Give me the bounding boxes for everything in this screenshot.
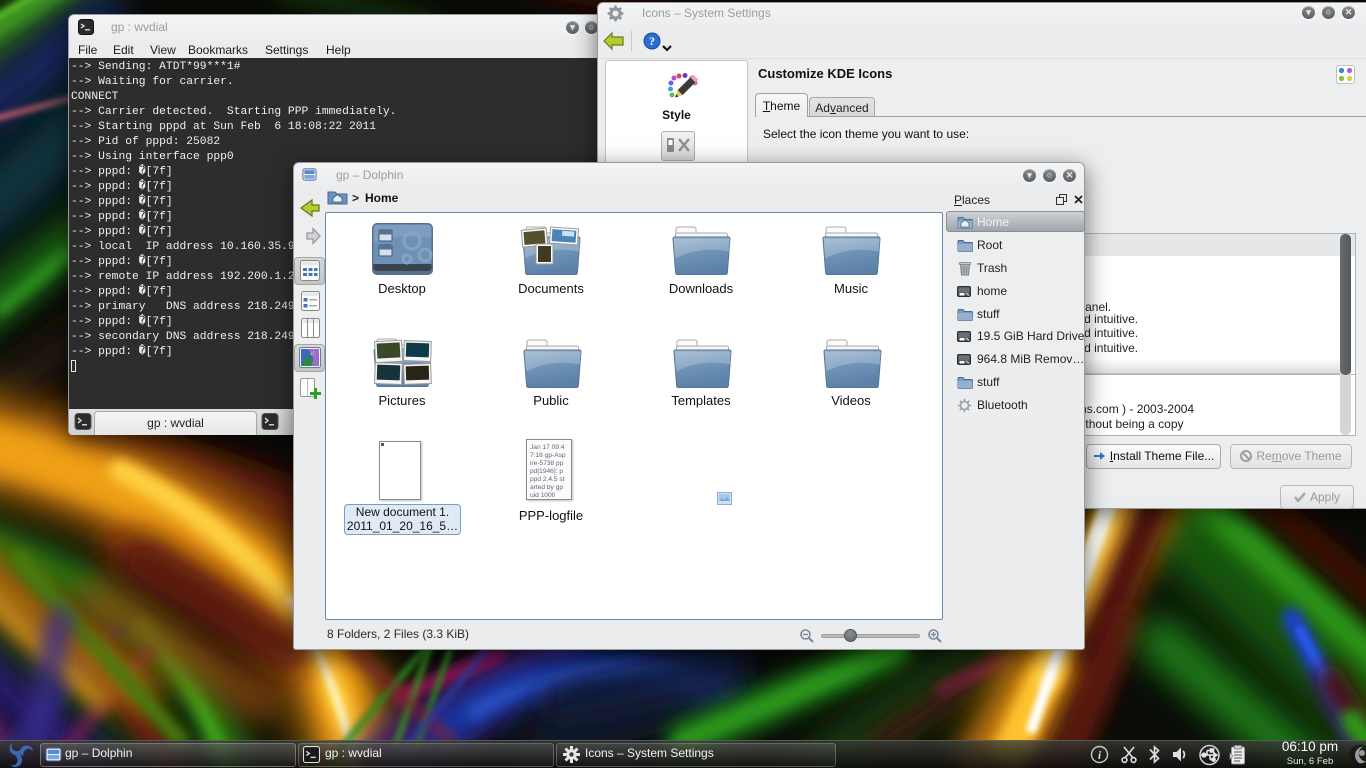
svg-text:i: i	[1098, 748, 1102, 762]
svg-text:?: ?	[649, 34, 655, 48]
